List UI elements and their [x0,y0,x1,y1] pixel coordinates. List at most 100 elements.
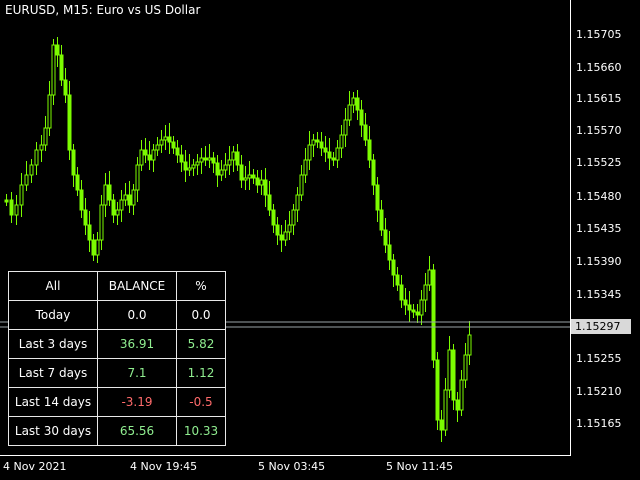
candle-body [359,109,364,126]
candle-body [319,141,324,149]
chart-window[interactable]: EURUSD, M15: Euro vs US Dollar 1.15705 1.… [0,0,640,480]
candle-body [371,159,376,186]
stats-row-14days: Last 14 days -3.19 -0.5 [8,387,226,417]
candle-body [247,174,252,179]
candle-body [259,179,264,186]
candle-body [283,231,288,241]
header-balance: BALANCE [97,271,177,301]
candle-body [343,119,348,136]
stats-row-3days: Last 3 days 36.91 5.82 [8,329,226,359]
row-balance: 65.56 [97,416,177,446]
candle-body [207,157,212,161]
price-tick-label: 1.15255 [576,352,622,365]
row-balance: 0.0 [97,300,177,330]
candle-body [115,209,120,216]
candle-body [391,259,396,276]
candle-body [295,194,300,211]
candle-body [215,162,220,176]
candle-body [79,189,84,211]
candle-body [355,97,360,111]
price-tick-label: 1.15705 [576,28,622,41]
row-balance: -3.19 [97,387,177,417]
candle-body [399,284,404,301]
candle-body [195,161,200,166]
price-tick-label: 1.15480 [576,190,622,203]
candle-body [227,159,232,166]
candle-body [435,359,440,421]
candle-body [467,334,472,356]
candle-body [275,224,280,236]
stats-row-30days: Last 30 days 65.56 10.33 [8,416,226,446]
price-tick-label: 1.15570 [576,124,622,137]
candle-body [419,299,424,316]
candle-body [303,159,308,176]
candle-body [239,164,244,181]
time-tick-label: 5 Nov 11:45 [386,460,454,473]
time-tick-label: 4 Nov 2021 [3,460,67,473]
row-label: Last 7 days [8,358,98,388]
candle-body [451,349,456,401]
candle-body [179,154,184,163]
candle-body [63,79,68,96]
candle-body [455,399,460,411]
candle-body [99,204,104,241]
header-all: All [8,271,98,301]
candle-body [379,209,384,231]
candle-body [29,164,34,176]
candle-body [383,229,388,246]
candle-body [59,54,64,81]
candle-body [39,144,44,151]
stats-row-today: Today 0.0 0.0 [8,300,226,330]
candle-body [415,311,420,316]
candle-body [211,157,216,164]
row-percent: -0.5 [176,387,226,417]
candle-body [187,167,192,171]
candle-body [263,179,268,196]
price-tick-label: 1.15210 [576,385,622,398]
candle-body [123,194,128,201]
row-percent: 10.33 [176,416,226,446]
chart-title: EURUSD, M15: Euro vs US Dollar [5,3,201,17]
candle-body [191,164,196,169]
candle-body [315,139,320,143]
candle-body [127,194,132,206]
candle-body [327,151,332,159]
row-label: Last 14 days [8,387,98,417]
candle-body [75,174,80,191]
candle-body [14,204,19,216]
candle-body [183,161,188,171]
candle-body [95,239,100,256]
row-balance: 36.91 [97,329,177,359]
candle-body [443,389,448,431]
candle-body [395,274,400,286]
candle-body [463,354,468,381]
candle-body [119,199,124,211]
candle-body [243,177,248,181]
candle-body [87,224,92,241]
candle-body [199,157,204,163]
row-percent: 0.0 [176,300,226,330]
candle-body [67,94,72,151]
candle-body [219,169,224,176]
candle-body [367,139,372,161]
candle-body [131,189,136,206]
candle-body [231,151,236,161]
candle-body [447,349,452,391]
candle-body [143,149,148,156]
candle-body [363,124,368,141]
candle-body [351,97,356,106]
candle-body [311,139,316,146]
price-tick-label: 1.15660 [576,61,622,74]
price-tick-label: 1.15525 [576,156,622,169]
candle-body [139,149,144,166]
candle-body [159,139,164,146]
candle-body [427,269,432,286]
current-price-tag: 1.15297 [571,319,631,334]
candle-body [331,157,336,161]
candle-body [255,177,260,186]
stats-header-row: All BALANCE % [8,271,226,301]
candle-body [271,209,276,226]
row-label: Last 30 days [8,416,98,446]
row-percent: 1.12 [176,358,226,388]
candle-body [347,104,352,121]
